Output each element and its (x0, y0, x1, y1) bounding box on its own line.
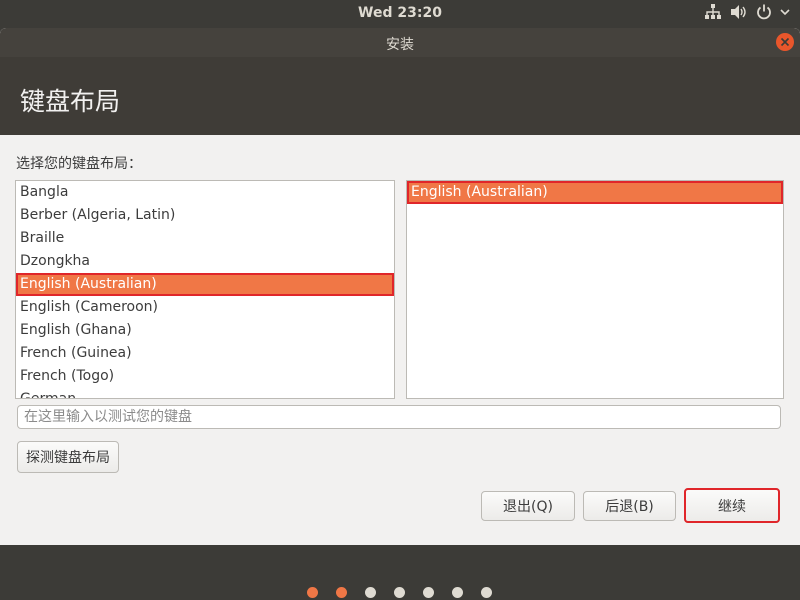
top-panel: Wed 23:20 (0, 0, 800, 27)
system-tray[interactable] (704, 4, 790, 20)
network-icon[interactable] (704, 4, 722, 20)
close-icon (780, 37, 790, 47)
progress-dot (335, 587, 347, 598)
progress-dot (393, 587, 405, 598)
list-item[interactable]: Dzongkha (16, 250, 394, 273)
progress-dot (306, 587, 318, 598)
window-title: 安装 (386, 37, 414, 53)
list-item[interactable]: Bangla (16, 181, 394, 204)
continue-button[interactable]: 继续 (684, 488, 780, 523)
back-button[interactable]: 后退(B) (583, 491, 676, 521)
window-titlebar[interactable]: 安装 (0, 28, 800, 57)
variant-list[interactable]: English (Australian) (406, 180, 784, 399)
variant-item-selected[interactable]: English (Australian) (407, 181, 783, 204)
close-button[interactable] (776, 33, 794, 51)
power-icon[interactable] (756, 4, 772, 20)
layout-list[interactable]: Bangla Berber (Algeria, Latin) Braille D… (15, 180, 395, 399)
layout-prompt: 选择您的键盘布局： (16, 156, 142, 172)
list-item[interactable]: French (Guinea) (16, 342, 394, 365)
detect-layout-button[interactable]: 探测键盘布局 (17, 441, 119, 473)
progress-dot (422, 587, 434, 598)
chevron-down-icon[interactable] (780, 4, 790, 20)
progress-dot (364, 587, 376, 598)
list-item[interactable]: French (Togo) (16, 365, 394, 388)
keyboard-test-field[interactable] (17, 405, 781, 429)
list-item-selected[interactable]: English (Australian) (16, 273, 394, 296)
volume-icon[interactable] (730, 4, 748, 20)
list-item[interactable]: Braille (16, 227, 394, 250)
list-item[interactable]: English (Cameroon) (16, 296, 394, 319)
list-item[interactable]: German (16, 388, 394, 398)
progress-dot (480, 587, 492, 598)
list-item[interactable]: Berber (Algeria, Latin) (16, 204, 394, 227)
keyboard-test-input[interactable] (18, 406, 780, 428)
list-item[interactable]: English (Ghana) (16, 319, 394, 342)
quit-button[interactable]: 退出(Q) (481, 491, 575, 521)
progress-dots (0, 587, 799, 598)
page-title: 键盘布局 (20, 87, 121, 116)
clock[interactable]: Wed 23:20 (0, 5, 800, 21)
progress-dot (451, 587, 463, 598)
